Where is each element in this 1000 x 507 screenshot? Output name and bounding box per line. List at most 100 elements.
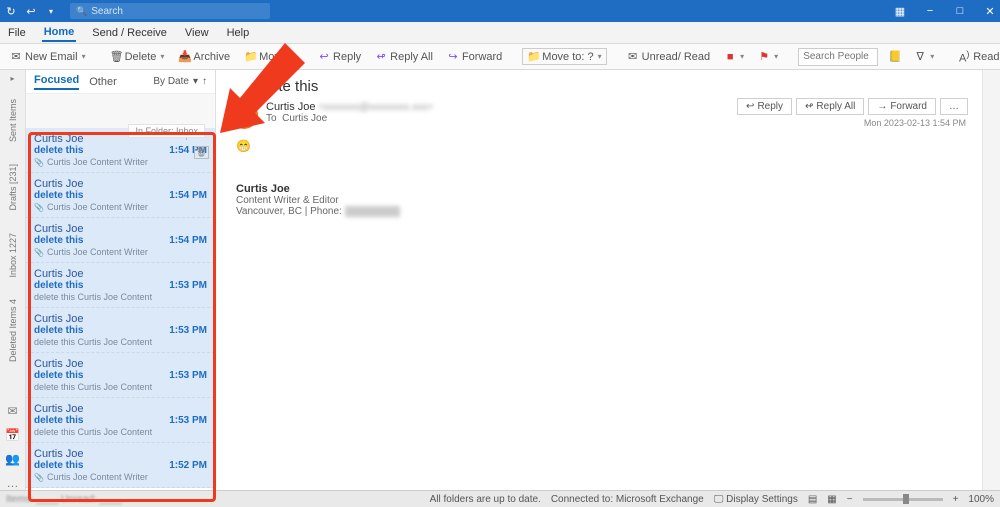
move-button[interactable]: 📁Move▾	[240, 48, 298, 65]
trash-icon: 🗑	[110, 50, 122, 63]
view-normal-icon[interactable]: ▤	[808, 494, 817, 505]
filter-button[interactable]: ∇▾	[910, 48, 938, 65]
message-item[interactable]: Curtis Joedelete this 1:53 PMdelete this …	[26, 398, 215, 443]
rail-sent-items[interactable]: Sent Items	[6, 93, 20, 148]
sender-avatar[interactable]	[230, 101, 258, 129]
status-items: Items: ____ Unread: ____	[6, 494, 122, 505]
ribbon-display-icon[interactable]: ▦	[894, 5, 906, 17]
msg-subject: delete this	[34, 235, 83, 246]
rail-inbox[interactable]: Inbox 1227	[6, 227, 20, 284]
view-reading-icon[interactable]: ▦	[827, 494, 836, 505]
reading-reply-button[interactable]: ↩Reply	[737, 98, 792, 115]
msg-from: Curtis Joe	[34, 223, 207, 235]
reading-forward-button[interactable]: →Forward	[868, 98, 936, 115]
reading-reply-all-button[interactable]: ↫Reply All	[796, 98, 864, 115]
search-input[interactable]: Search	[70, 3, 270, 19]
read-aloud-button[interactable]: A)Read Aloud	[954, 47, 1000, 67]
zoom-slider[interactable]	[863, 498, 943, 501]
speaker-icon: A)	[958, 49, 970, 65]
menu-view[interactable]: View	[183, 25, 211, 41]
sig-location: Vancouver, BC | Phone:	[236, 206, 342, 217]
rail-expand-icon[interactable]: ▸	[10, 74, 14, 83]
mail-nav-icon[interactable]: ✉	[7, 404, 17, 418]
forward-button[interactable]: ↪Forward	[443, 48, 506, 65]
sig-name: Curtis Joe	[236, 183, 968, 195]
msg-subject: delete this	[34, 370, 83, 381]
attachment-icon	[34, 247, 44, 257]
reply-icon: ↩	[318, 50, 330, 63]
people-nav-icon[interactable]: 👥	[5, 452, 20, 466]
refresh-icon[interactable]: ↻	[4, 4, 18, 18]
new-email-label: New Email	[25, 51, 78, 63]
menu-help[interactable]: Help	[225, 25, 252, 41]
status-bar: Items: ____ Unread: ____ All folders are…	[0, 490, 1000, 507]
msg-subject: delete this	[34, 415, 83, 426]
menu-send-receive[interactable]: Send / Receive	[90, 25, 169, 41]
message-item[interactable]: Curtis Joedelete this1:53 PMdelete this …	[26, 308, 215, 353]
msg-time: 1:52 PM	[169, 460, 207, 471]
reading-more-button[interactable]: …	[940, 98, 968, 115]
sig-role: Content Writer & Editor	[236, 195, 968, 206]
reaction-emoji[interactable]: 😁	[236, 139, 968, 153]
search-people-input[interactable]	[798, 48, 878, 66]
reply-all-label: Reply All	[390, 51, 433, 63]
delete-button[interactable]: 🗑Delete▾	[106, 48, 169, 65]
unread-read-button[interactable]: ✉Unread/ Read	[623, 48, 715, 65]
reading-side-strip	[982, 70, 1000, 490]
ribbon: ✉New Email▾ 🗑Delete▾ 📥Archive 📁Move▾ ↩Re…	[0, 44, 1000, 70]
sig-phone-blurred: xxx xxx xxxx	[345, 206, 401, 217]
minimize-button[interactable]: −	[924, 5, 936, 17]
message-item[interactable]: Curtis Joedelete this1:54 PMCurtis Joe C…	[26, 173, 215, 218]
folder-rail: ▸ Sent Items Drafts [231] Inbox 1227 Del…	[0, 70, 26, 490]
message-list-top-item[interactable]	[26, 94, 215, 128]
display-settings-button[interactable]: 🖵 Display Settings	[714, 494, 798, 505]
zoom-level: 100%	[968, 494, 994, 505]
rail-drafts[interactable]: Drafts [231]	[6, 158, 20, 217]
rail-deleted[interactable]: Deleted Items 4	[6, 293, 20, 368]
maximize-button[interactable]: □	[954, 5, 966, 17]
message-item[interactable]: Curtis Joedelete this1:52 PMCurtis Joe C…	[26, 443, 215, 488]
reply-icon: ↩	[746, 101, 754, 112]
new-email-button[interactable]: ✉New Email▾	[6, 48, 90, 65]
archive-button[interactable]: 📥Archive	[174, 48, 234, 65]
mail-icon: ✉	[10, 50, 22, 63]
categorize-button[interactable]: ■▾	[720, 49, 748, 65]
sender-name: Curtis Joe	[266, 101, 316, 113]
menu-home[interactable]: Home	[42, 24, 77, 42]
address-book-button[interactable]: 📒	[884, 48, 904, 65]
calendar-nav-icon[interactable]: 📅	[5, 428, 20, 442]
tag-icon: ■	[724, 51, 736, 63]
reply-label: Reply	[333, 51, 361, 63]
msg-preview: delete this Curtis Joe Content	[34, 427, 207, 437]
sort-by-date[interactable]: By Date ▾ ↑	[153, 76, 207, 87]
message-item[interactable]: Curtis Joedelete this1:54 PMCurtis Joe C…	[26, 218, 215, 263]
msg-preview: Curtis Joe Content Writer	[34, 202, 207, 212]
titlebar-dropdown-icon[interactable]: ▾	[44, 4, 58, 18]
zoom-in-button[interactable]: +	[953, 494, 959, 505]
to-name: Curtis Joe	[282, 113, 327, 124]
filter-icon: ∇	[914, 50, 926, 63]
msg-from: Curtis Joe	[34, 268, 207, 280]
reply-all-icon: ↫	[375, 50, 387, 63]
flag-icon: ⚑	[758, 50, 770, 63]
move-to-button[interactable]: 📁Move to: ?▾	[522, 48, 606, 65]
message-item[interactable]: Curtis Joedelete this1:53 PMdelete this …	[26, 263, 215, 308]
more-nav-icon[interactable]: …	[7, 476, 19, 490]
close-button[interactable]: ✕	[984, 5, 996, 17]
zoom-out-button[interactable]: −	[847, 494, 853, 505]
tab-other[interactable]: Other	[89, 76, 117, 88]
undo-icon[interactable]: ↩	[24, 4, 38, 18]
flag-button[interactable]: ⚑▾	[754, 48, 782, 65]
move-to-label: Move to: ?	[542, 51, 593, 63]
menu-file[interactable]: File	[6, 25, 28, 41]
reply-all-button[interactable]: ↫Reply All	[371, 48, 437, 65]
reply-button[interactable]: ↩Reply	[314, 48, 365, 65]
tab-focused[interactable]: Focused	[34, 74, 79, 90]
message-item[interactable]: Curtis Joedelete this1:53 PMdelete this …	[26, 353, 215, 398]
msg-time: 1:53 PM	[169, 415, 207, 426]
msg-time: 1:54 PM	[169, 235, 207, 246]
delete-icon[interactable]: 🗑	[194, 146, 209, 159]
envelope-icon: ✉	[627, 50, 639, 63]
msg-preview: delete this Curtis Joe Content	[34, 292, 207, 302]
msg-from: Curtis Joe	[34, 403, 207, 415]
